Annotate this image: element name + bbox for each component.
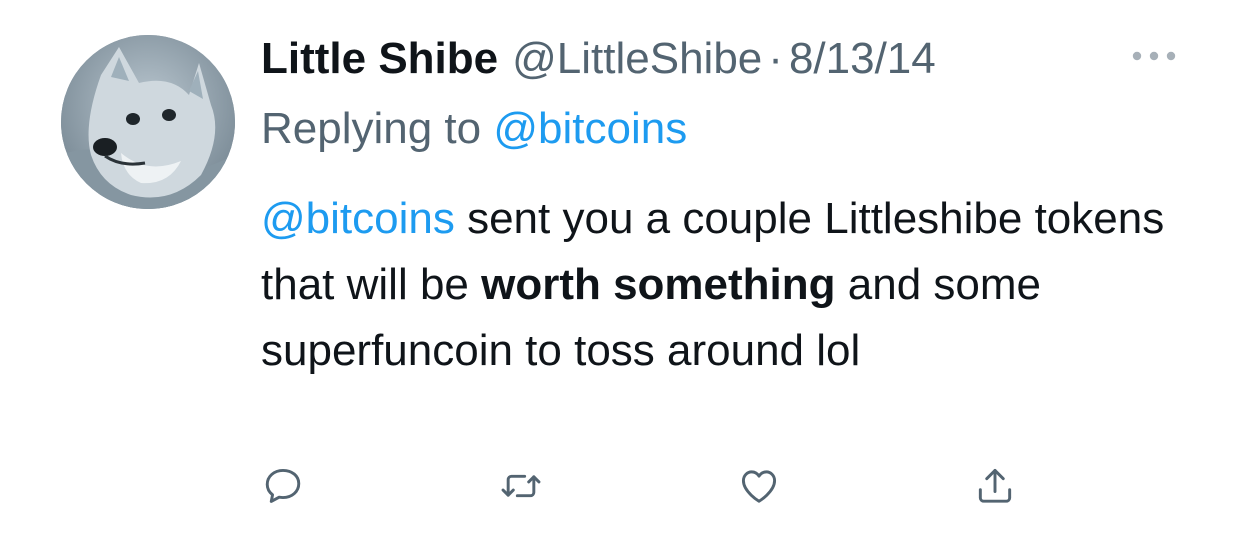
separator-dot: · bbox=[768, 34, 783, 83]
replying-to-mention[interactable]: @bitcoins bbox=[493, 104, 687, 153]
display-name[interactable]: Little Shibe bbox=[261, 34, 498, 84]
avatar[interactable] bbox=[61, 35, 235, 209]
body-bold-text: worth something bbox=[481, 260, 836, 309]
tweet[interactable]: Little Shibe @LittleShibe · 8/13/14 Repl… bbox=[0, 0, 1242, 535]
share-icon bbox=[978, 468, 1012, 503]
body-mention[interactable]: @bitcoins bbox=[261, 194, 455, 243]
retweet-icon bbox=[501, 474, 541, 498]
action-bar bbox=[255, 458, 1055, 518]
reply-icon bbox=[265, 468, 301, 503]
tweet-date[interactable]: 8/13/14 bbox=[789, 34, 936, 84]
tweet-header: Little Shibe @LittleShibe · 8/13/14 bbox=[261, 34, 936, 86]
share-button[interactable] bbox=[967, 458, 1023, 514]
more-options-button[interactable] bbox=[1125, 36, 1183, 76]
retweet-button[interactable] bbox=[493, 458, 549, 514]
replying-to: Replying to @bitcoins bbox=[261, 104, 687, 154]
user-handle[interactable]: @LittleShibe bbox=[512, 34, 762, 84]
like-button[interactable] bbox=[731, 458, 787, 514]
reply-button[interactable] bbox=[255, 458, 311, 514]
replying-label: Replying to bbox=[261, 104, 482, 153]
more-dots-icon bbox=[1132, 51, 1176, 61]
shiba-dog-avatar-icon bbox=[61, 35, 235, 209]
tweet-text: @bitcoins sent you a couple Littleshibe … bbox=[261, 186, 1181, 384]
heart-icon bbox=[741, 470, 777, 503]
